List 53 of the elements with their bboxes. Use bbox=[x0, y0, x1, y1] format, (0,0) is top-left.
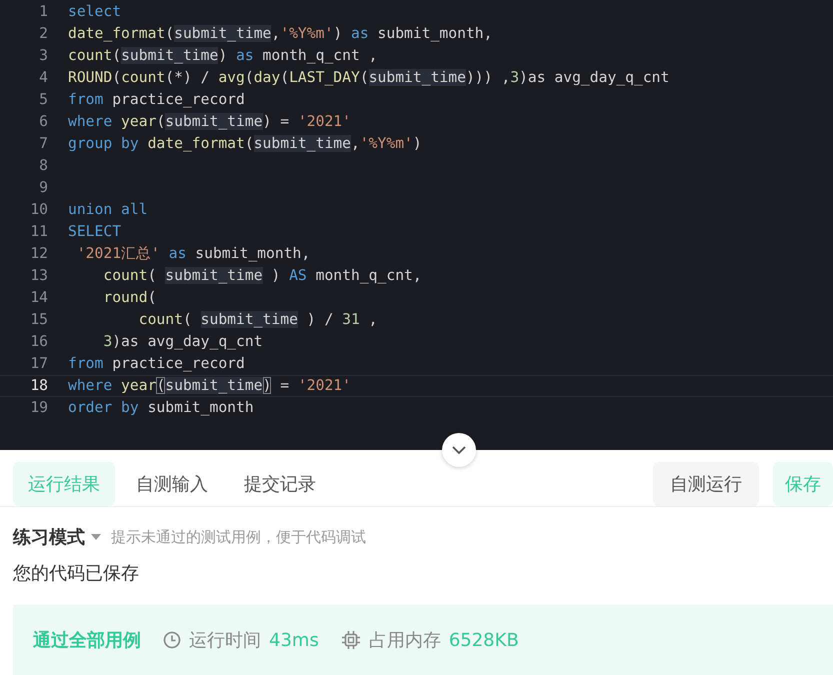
code-line: where year(submit_time) = '2021' bbox=[68, 376, 351, 396]
memory-value: 6528KB bbox=[448, 630, 519, 650]
runtime-value: 43ms bbox=[269, 630, 319, 650]
collapse-button[interactable] bbox=[442, 433, 476, 467]
code-line: round( bbox=[102, 288, 156, 308]
code-line: date_format(submit_time,'%Y%m') as submit_month, bbox=[68, 24, 492, 44]
line-number: 13 bbox=[29, 266, 49, 286]
line-number: 18 bbox=[29, 376, 49, 396]
status-message: 您的代码已保存 bbox=[13, 562, 139, 585]
code-editor[interactable] bbox=[0, 0, 833, 450]
line-number: 11 bbox=[29, 222, 49, 242]
chevron-down-icon bbox=[451, 445, 467, 455]
mode-hint: 提示未通过的测试用例，便于代码调试 bbox=[111, 528, 366, 546]
code-line: ROUND(count(*) / avg(day(LAST_DAY(submit_time))) ,3)as avg_day_q_cnt bbox=[68, 68, 670, 88]
caret-icon bbox=[91, 534, 101, 540]
line-number: 16 bbox=[29, 332, 49, 352]
runtime-label: 运行时间 bbox=[189, 629, 261, 652]
line-number: 2 bbox=[38, 24, 49, 44]
chip-icon bbox=[340, 630, 361, 650]
code-line: count( submit_time ) AS month_q_cnt, bbox=[102, 266, 422, 286]
code-line: SELECT bbox=[68, 222, 122, 242]
tab[interactable]: 提交记录 bbox=[229, 462, 331, 506]
code-line: order by submit_month bbox=[68, 398, 254, 418]
line-number: 12 bbox=[29, 244, 49, 264]
line-number: 1 bbox=[38, 2, 49, 22]
line-number: 10 bbox=[29, 200, 49, 220]
line-number: 17 bbox=[29, 354, 49, 374]
code-line: from practice_record bbox=[68, 90, 245, 110]
code-line: 3)as avg_day_q_cnt bbox=[102, 332, 263, 352]
code-line: count(submit_time) as month_q_cnt , bbox=[68, 46, 378, 66]
mode-dropdown[interactable]: 练习模式 bbox=[13, 525, 101, 549]
line-number: 8 bbox=[38, 156, 49, 176]
line-number: 14 bbox=[29, 288, 49, 308]
code-line: count( submit_time ) / 31 , bbox=[138, 310, 378, 330]
line-number: 7 bbox=[38, 134, 49, 154]
memory-label: 占用内存 bbox=[368, 629, 441, 652]
line-number: 19 bbox=[29, 398, 49, 418]
line-number: 15 bbox=[29, 310, 49, 330]
tab[interactable]: 自测输入 bbox=[121, 462, 223, 506]
code-line: '2021汇总' as submit_month, bbox=[76, 244, 310, 264]
clock-icon bbox=[163, 631, 181, 649]
line-number: 5 bbox=[38, 90, 49, 110]
code-line: select bbox=[68, 2, 122, 22]
line-number: 3 bbox=[38, 46, 49, 66]
line-number: 9 bbox=[38, 178, 49, 198]
code-line: union all bbox=[68, 200, 148, 220]
pass-status: 通过全部用例 bbox=[33, 629, 141, 652]
code-line: group by date_format(submit_time,'%Y%m') bbox=[68, 134, 422, 154]
run-button[interactable]: 自测运行 bbox=[653, 462, 759, 506]
code-line: where year(submit_time) = '2021' bbox=[68, 112, 351, 132]
line-number: 6 bbox=[38, 112, 49, 132]
line-number: 4 bbox=[38, 68, 49, 88]
code-line: from practice_record bbox=[68, 354, 245, 374]
